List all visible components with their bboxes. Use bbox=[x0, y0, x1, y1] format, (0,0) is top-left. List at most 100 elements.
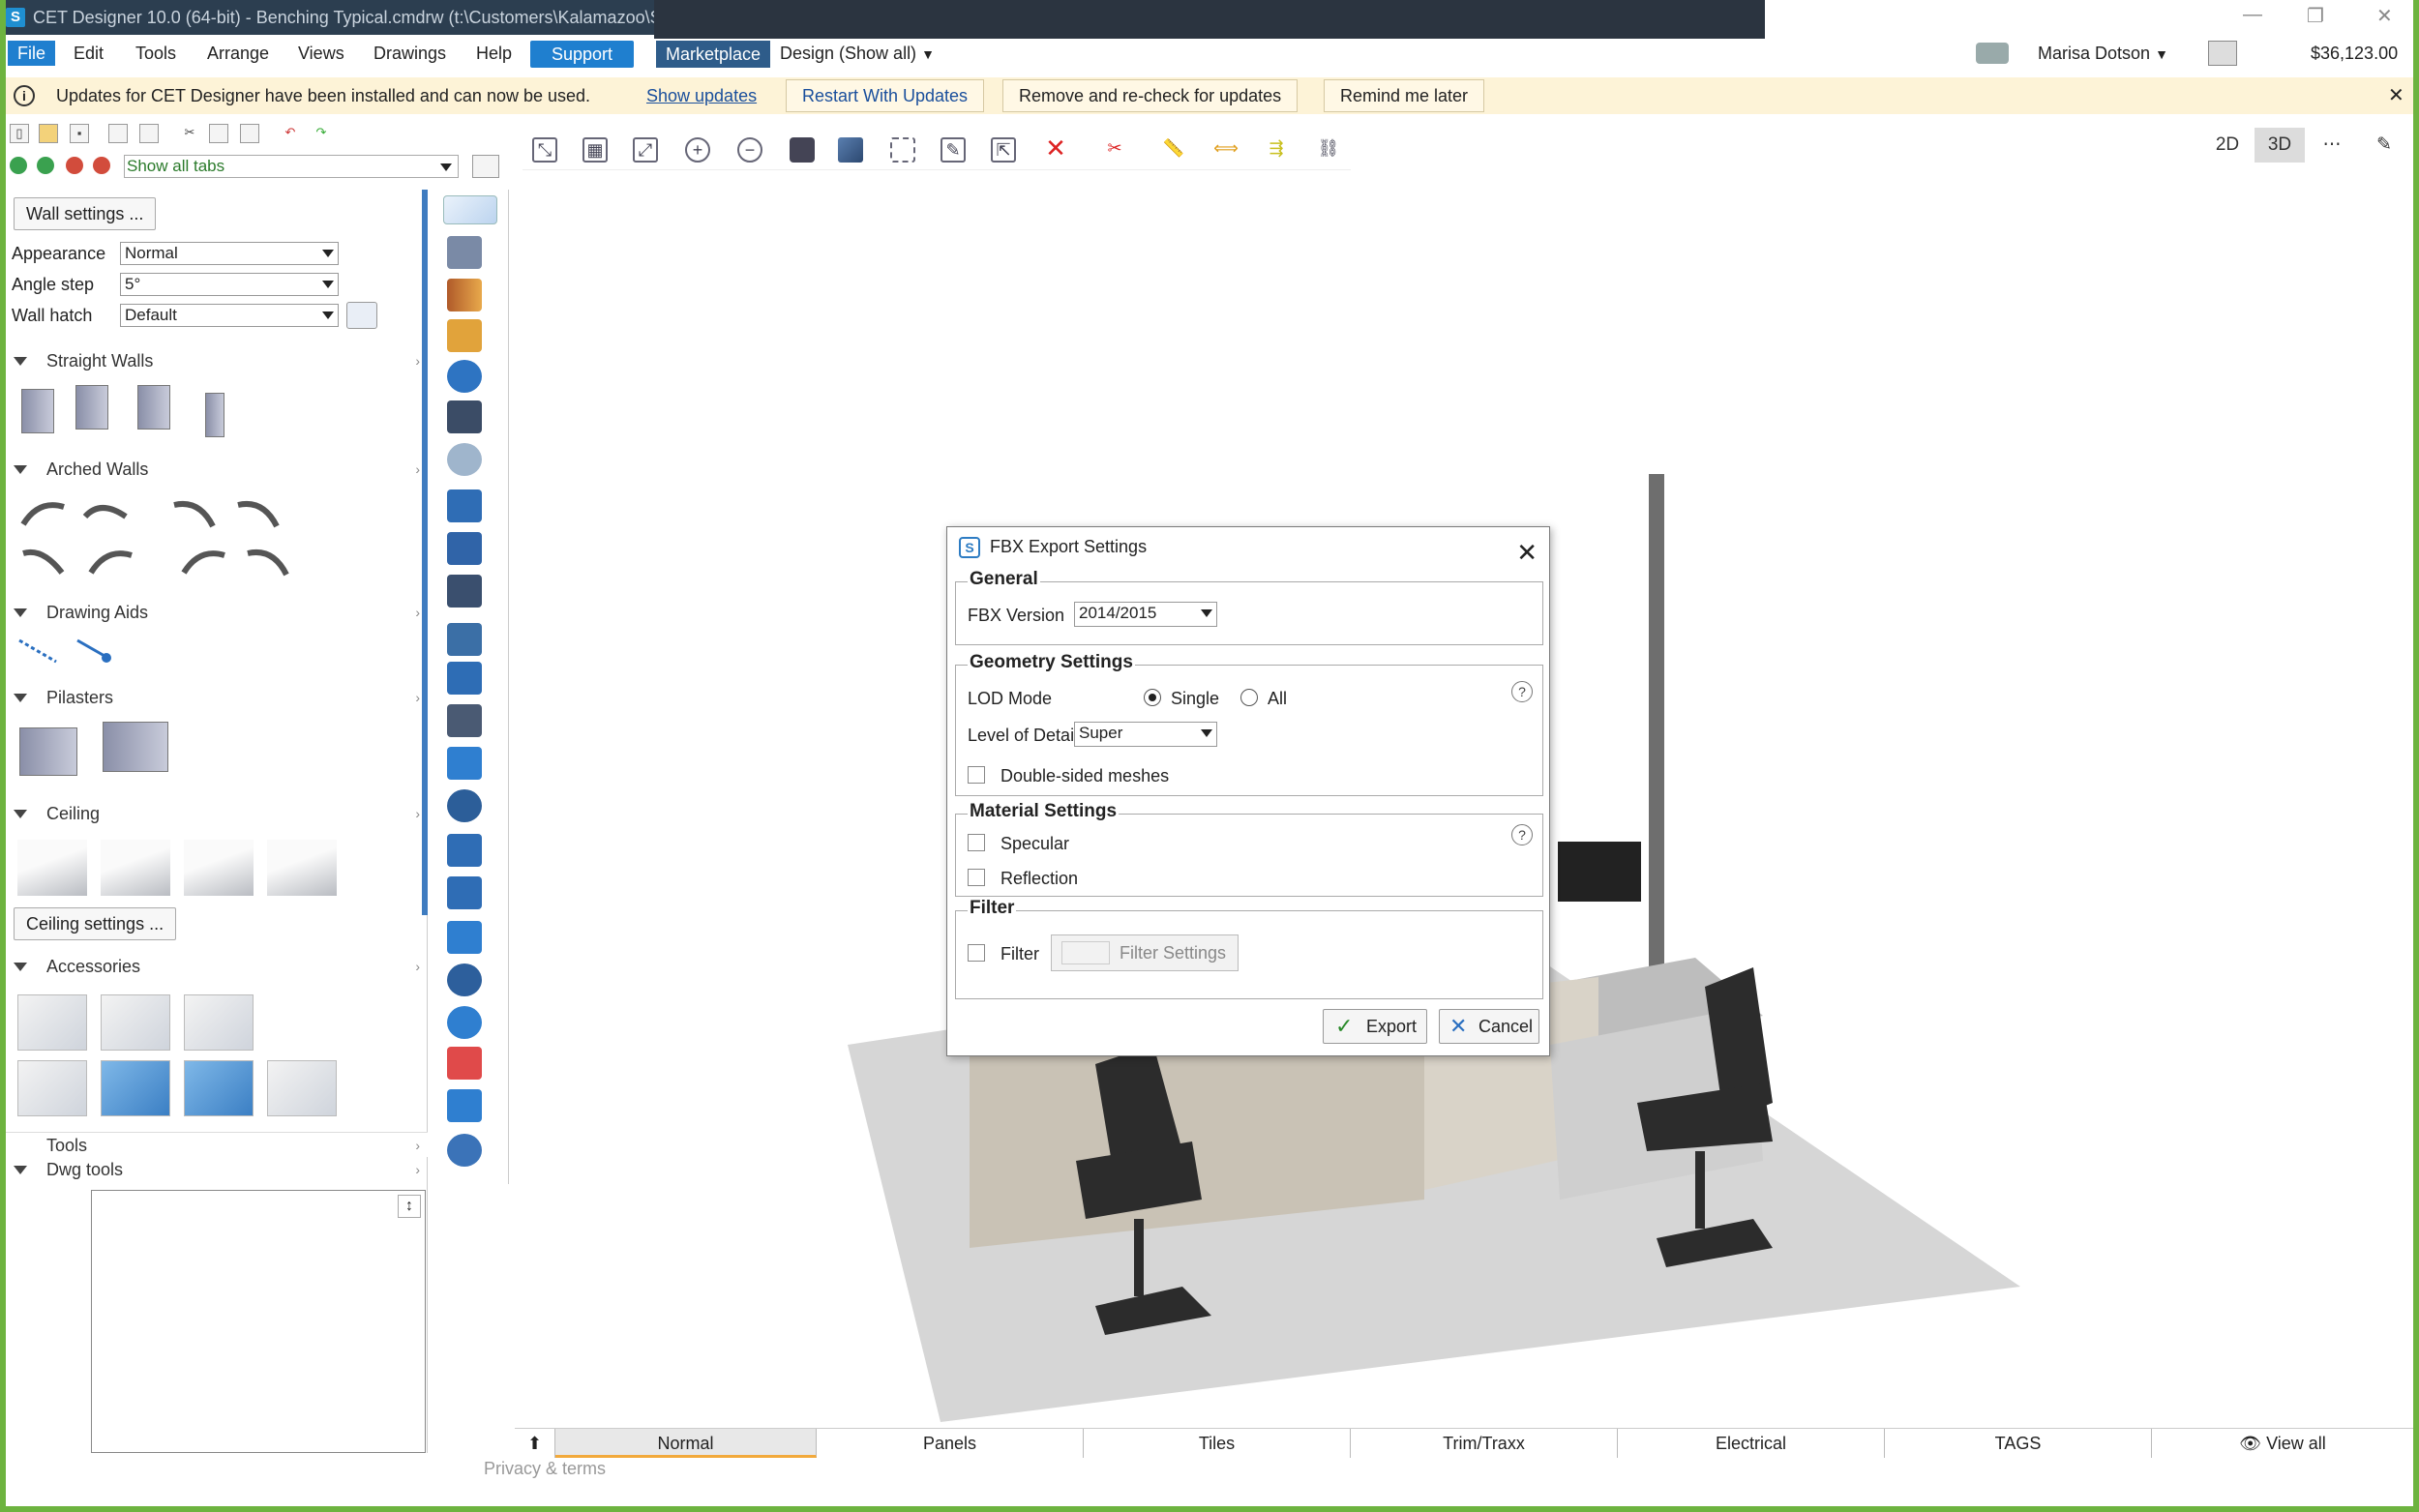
wall-settings-button[interactable]: Wall settings ... bbox=[14, 197, 157, 230]
zoom-out-icon[interactable]: − bbox=[737, 137, 762, 163]
straight-wall-icon[interactable] bbox=[137, 385, 170, 430]
hatch-picker-icon[interactable] bbox=[346, 302, 377, 329]
ceiling-icon[interactable] bbox=[101, 840, 170, 896]
section-ceiling[interactable]: Ceiling › bbox=[6, 801, 428, 826]
section-tools[interactable]: Tools › bbox=[6, 1132, 428, 1157]
copy-icon[interactable] bbox=[209, 124, 228, 143]
tab-tiles[interactable]: Tiles bbox=[1084, 1429, 1351, 1458]
remove-icon[interactable] bbox=[93, 157, 110, 174]
close-icon[interactable]: ✕ bbox=[2388, 77, 2404, 114]
double-sided-checkbox[interactable] bbox=[968, 766, 985, 784]
zoom-in-icon[interactable] bbox=[10, 157, 27, 174]
scale-tool-icon[interactable]: ⇱ bbox=[991, 137, 1016, 163]
new-file-icon[interactable]: ▯ bbox=[10, 124, 29, 143]
measure-tool-icon[interactable]: 📏 bbox=[1161, 137, 1186, 163]
restart-with-updates-button[interactable]: Restart With Updates bbox=[786, 79, 985, 112]
section-drawing-aids[interactable]: Drawing Aids › bbox=[6, 600, 428, 625]
walls-category-icon[interactable] bbox=[443, 195, 497, 224]
menu-tools[interactable]: Tools bbox=[126, 41, 186, 66]
section-arched-walls[interactable]: Arched Walls › bbox=[6, 457, 428, 482]
tools-category-icon[interactable] bbox=[447, 400, 482, 433]
select-tool-icon[interactable]: ⤡ bbox=[532, 137, 557, 163]
ceiling-icon[interactable] bbox=[17, 840, 87, 896]
ceiling-icon[interactable] bbox=[267, 840, 337, 896]
resize-vertical-icon[interactable]: ↕ bbox=[398, 1195, 421, 1218]
lines-category-icon[interactable] bbox=[447, 834, 482, 867]
remove-recheck-button[interactable]: Remove and re-check for updates bbox=[1002, 79, 1299, 112]
menu-drawings[interactable]: Drawings bbox=[364, 41, 456, 66]
fbx-version-select[interactable]: 2014/2015 bbox=[1074, 602, 1217, 627]
arched-wall-icon[interactable] bbox=[170, 495, 219, 528]
arched-wall-icon[interactable] bbox=[19, 544, 68, 577]
ceiling-settings-button[interactable]: Ceiling settings ... bbox=[14, 907, 177, 940]
light-category-icon[interactable] bbox=[447, 443, 482, 476]
support-button[interactable]: Support bbox=[530, 41, 635, 68]
section-straight-walls[interactable]: Straight Walls › bbox=[6, 348, 428, 373]
close-window-icon[interactable]: ✕ bbox=[2376, 4, 2393, 28]
sketchup-category-icon[interactable] bbox=[447, 1047, 482, 1080]
tab-electrical[interactable]: Electrical bbox=[1618, 1429, 1885, 1458]
magnet-category-icon[interactable] bbox=[447, 489, 482, 522]
frame-accessory-icon[interactable] bbox=[267, 1060, 337, 1116]
remind-later-button[interactable]: Remind me later bbox=[1324, 79, 1485, 112]
arched-wall-icon[interactable] bbox=[87, 544, 135, 577]
stop-icon[interactable] bbox=[66, 157, 83, 174]
straight-wall-icon[interactable] bbox=[205, 393, 224, 437]
pilaster-icon[interactable] bbox=[19, 727, 77, 776]
arched-wall-icon[interactable] bbox=[234, 495, 283, 528]
view-2d-button[interactable]: 2D bbox=[2202, 128, 2253, 163]
redo-icon[interactable]: ↷ bbox=[312, 124, 331, 143]
view-all-tab[interactable]: 👁 View all bbox=[2152, 1429, 2413, 1458]
building-category-icon[interactable] bbox=[447, 236, 482, 269]
materials-category-icon[interactable] bbox=[447, 279, 482, 311]
cut-icon[interactable]: ✂ bbox=[180, 124, 199, 143]
scroll-up-icon[interactable]: ⬆ bbox=[515, 1429, 555, 1458]
undo-icon[interactable]: ↶ bbox=[281, 124, 300, 143]
stairs-category-icon[interactable] bbox=[447, 662, 482, 695]
pencil-category-icon[interactable] bbox=[447, 704, 482, 737]
arched-wall-icon[interactable] bbox=[19, 495, 68, 528]
lab-category-icon[interactable] bbox=[447, 623, 482, 656]
view-3d-button[interactable]: 3D bbox=[2255, 128, 2305, 163]
clock-category-icon[interactable] bbox=[447, 1134, 482, 1167]
lod-all-radio[interactable] bbox=[1240, 689, 1258, 706]
privacy-link[interactable]: Privacy & terms bbox=[484, 1459, 606, 1479]
level-of-detail-select[interactable]: Super bbox=[1074, 722, 1217, 747]
menu-arrange[interactable]: Arrange bbox=[197, 41, 279, 66]
link-tool-icon[interactable]: ⛓ bbox=[1316, 137, 1341, 163]
align-tool-icon[interactable]: ⇶ bbox=[1264, 137, 1289, 163]
minimize-icon[interactable]: — bbox=[2243, 4, 2262, 26]
menu-help[interactable]: Help bbox=[466, 41, 522, 66]
pilaster-icon[interactable] bbox=[103, 722, 168, 772]
reflection-checkbox[interactable] bbox=[968, 869, 985, 886]
zoom-icon[interactable] bbox=[37, 157, 54, 174]
door-accessory-icon[interactable] bbox=[17, 994, 87, 1051]
arched-wall-icon[interactable] bbox=[81, 495, 130, 528]
section-dwg-tools[interactable]: Dwg tools › bbox=[6, 1157, 428, 1182]
section-pilasters[interactable]: Pilasters › bbox=[6, 685, 428, 710]
wall-hatch-select[interactable]: Default bbox=[120, 304, 339, 327]
window-accessory-icon[interactable] bbox=[17, 1060, 87, 1116]
panel-layout-icon[interactable] bbox=[472, 155, 499, 178]
image-category-icon[interactable] bbox=[447, 747, 482, 780]
home-category-icon[interactable] bbox=[447, 532, 482, 565]
render-tool-icon[interactable] bbox=[838, 137, 863, 163]
arch-accessory-icon[interactable] bbox=[101, 994, 170, 1051]
point-aid-icon[interactable] bbox=[75, 637, 118, 666]
edit-view-icon[interactable]: ✎ bbox=[2359, 128, 2409, 163]
opening-accessory-icon[interactable] bbox=[184, 1060, 254, 1116]
menu-file[interactable]: File bbox=[8, 41, 56, 66]
user-menu[interactable]: Marisa Dotson ▼ bbox=[2028, 41, 2178, 66]
menu-views[interactable]: Views bbox=[288, 41, 354, 66]
delete-tool-icon[interactable]: ✕ bbox=[1043, 135, 1068, 163]
dimension-accessory-icon[interactable] bbox=[184, 994, 254, 1051]
specular-checkbox[interactable] bbox=[968, 834, 985, 851]
camera-icon[interactable] bbox=[1976, 43, 2009, 64]
appearance-select[interactable]: Normal bbox=[120, 242, 339, 265]
plumbing-category-icon[interactable] bbox=[447, 876, 482, 909]
tabs-select[interactable]: Show all tabs bbox=[124, 155, 459, 178]
tab-trim-traxx[interactable]: Trim/Traxx bbox=[1351, 1429, 1618, 1458]
print-preview-icon[interactable] bbox=[108, 124, 128, 143]
show-updates-link[interactable]: Show updates bbox=[646, 77, 757, 114]
tab-tags[interactable]: TAGS bbox=[1885, 1429, 2152, 1458]
